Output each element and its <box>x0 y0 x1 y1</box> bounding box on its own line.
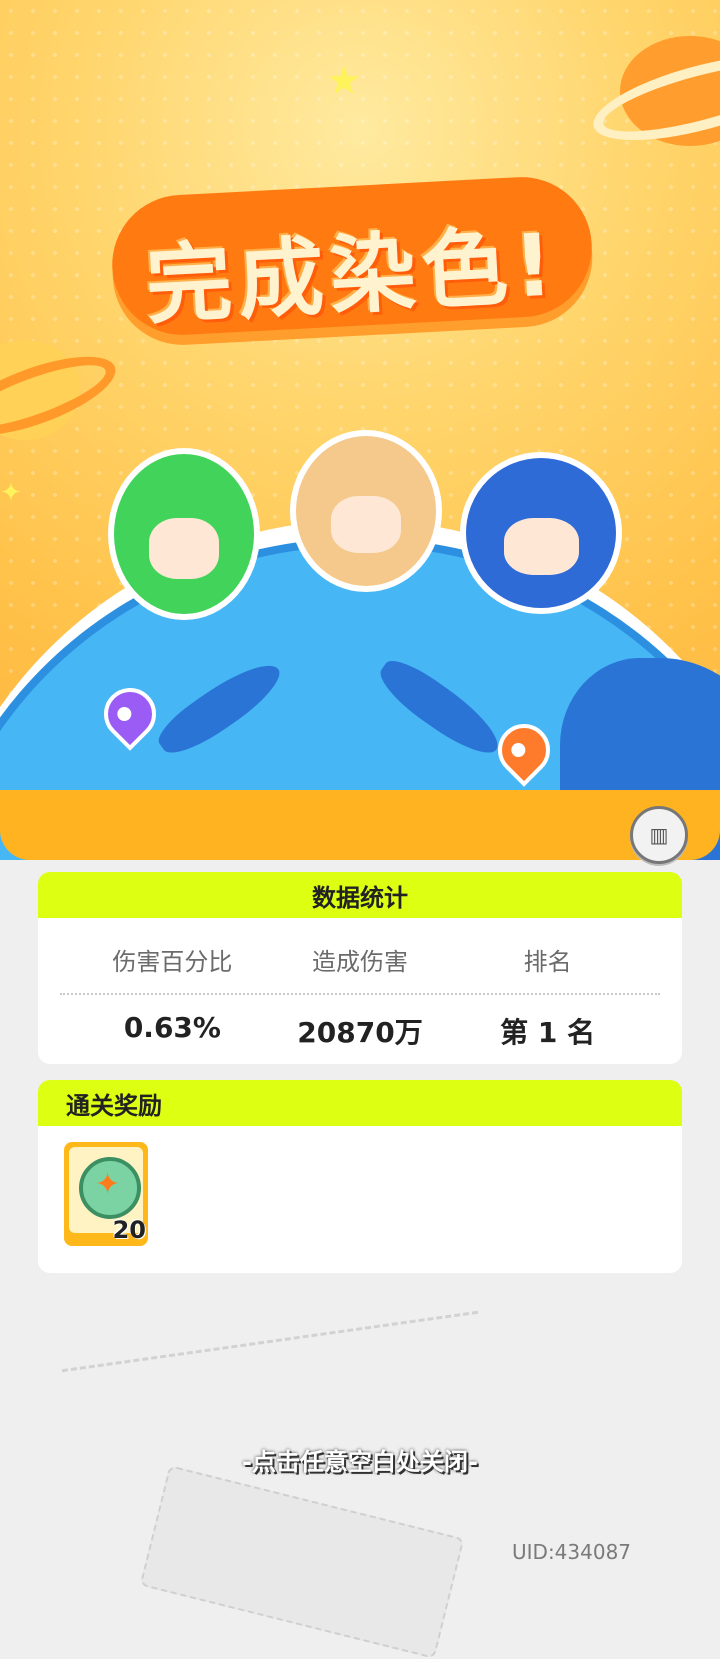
character-face <box>503 518 579 575</box>
reward-card: 通关奖励 20 <box>38 1080 682 1273</box>
value-damage-percent: 0.63% <box>123 1011 221 1044</box>
paint-drip <box>0 790 720 860</box>
decorative-path <box>61 1310 479 1373</box>
star-icon: ★ <box>326 58 362 104</box>
reward-item[interactable]: 20 <box>64 1142 148 1246</box>
bar-chart-icon[interactable]: ▥ <box>630 806 688 864</box>
column-rank: 排名 <box>523 948 572 976</box>
column-damage-dealt: 造成伤害 <box>311 948 408 976</box>
character-face <box>149 518 219 579</box>
value-damage-dealt: 20870万 <box>297 1016 423 1049</box>
star-icon: ✦ <box>0 478 22 508</box>
bottle-cap-icon <box>79 1157 141 1219</box>
character-blue-avatar <box>460 452 622 614</box>
stats-columns: 伤害百分比 造成伤害 排名 <box>38 918 682 977</box>
globe-mark <box>371 651 509 765</box>
stats-values: 0.63% 20870万 第 1 名 <box>38 995 682 1051</box>
character-face <box>331 496 401 553</box>
globe-mark <box>151 651 289 765</box>
stats-card: 数据统计 伤害百分比 造成伤害 排名 0.63% 20870万 第 1 名 <box>38 872 682 1064</box>
user-id-label: UID:434087 <box>512 1540 632 1564</box>
location-pin-icon <box>487 713 561 787</box>
air-ticket-decoration <box>139 1465 465 1659</box>
close-hint[interactable]: -点击任意空白处关闭- <box>0 1442 720 1477</box>
reward-item-count: 20 <box>112 1216 146 1244</box>
page-title: 完成染色! <box>143 215 562 337</box>
location-pin-icon <box>93 677 167 751</box>
stats-header: 数据统计 <box>38 872 682 918</box>
column-damage-percent: 伤害百分比 <box>112 948 233 976</box>
value-rank: 第 1 名 <box>500 1016 596 1049</box>
hero-banner: ★ ✦ 完成染色! <box>0 0 720 860</box>
character-green-avatar <box>108 448 260 620</box>
reward-header: 通关奖励 <box>38 1080 682 1126</box>
character-blonde-avatar <box>290 430 442 592</box>
